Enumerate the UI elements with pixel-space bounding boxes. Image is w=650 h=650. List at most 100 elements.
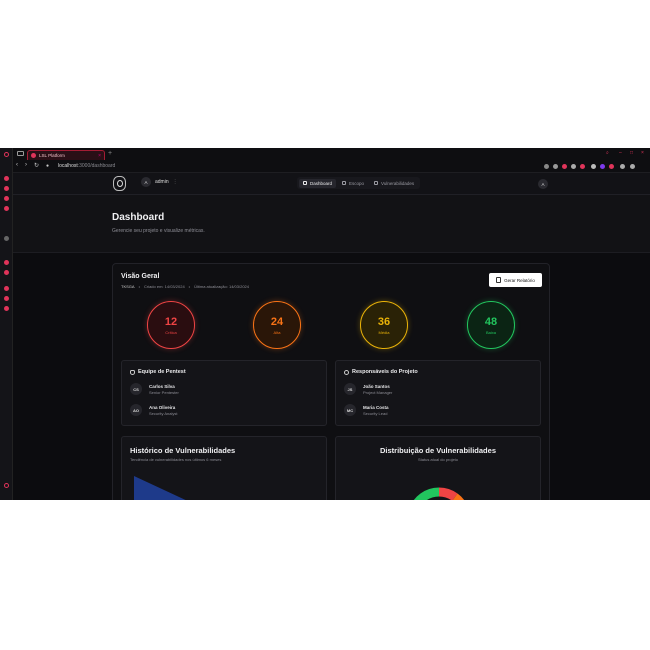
page-header: Dashboard Gerencie seu projeto e visuali…	[13, 195, 650, 253]
app-logo-icon[interactable]	[113, 176, 126, 191]
download-icon[interactable]	[620, 164, 625, 169]
list-item: JS João Santos Project Manager	[344, 383, 392, 395]
user-menu[interactable]: A admin ⋮	[141, 177, 178, 187]
avatar: MC	[344, 404, 356, 416]
search-tabs-icon[interactable]: ⌕	[606, 150, 609, 156]
history-area	[134, 476, 186, 500]
tabs-menu-icon[interactable]	[17, 151, 24, 156]
list-item: MC Maria Costa Security Lead	[344, 404, 389, 416]
list-item: AO Ana Oliveira Security Analyst	[130, 404, 177, 416]
member-name: Maria Costa	[363, 404, 389, 410]
tab-vulnerabilidades[interactable]: Vulnerabilidades	[370, 179, 418, 188]
forward-button[interactable]: ›	[25, 162, 27, 168]
member-name: João Santos	[363, 383, 390, 389]
tab-close-icon[interactable]: ×	[98, 153, 101, 159]
low-count: 48 Baixa	[467, 301, 515, 349]
project-code: TKSGA	[121, 284, 135, 289]
sidebar-app-icon[interactable]	[4, 206, 9, 211]
extension-icon[interactable]	[544, 164, 549, 169]
sidebar-app-icon[interactable]	[4, 270, 9, 275]
minimize-button[interactable]: –	[619, 150, 622, 156]
severity-value: 48	[484, 315, 498, 328]
tab-label: Escopo	[349, 180, 365, 186]
team-title: Equipe de Pentest	[138, 369, 186, 375]
menu-icon[interactable]	[630, 164, 635, 169]
generate-report-button[interactable]: Gerar Relatório	[489, 273, 542, 287]
member-role: Project Manager	[363, 389, 393, 395]
sidebar-app-icon[interactable]	[4, 286, 9, 291]
sidebar-app-icon[interactable]	[4, 176, 9, 181]
pentest-team-panel: Equipe de Pentest CS Carlos Silva Senior …	[121, 360, 327, 426]
member-role: Senior Pentester	[149, 389, 179, 395]
new-tab-button[interactable]: +	[108, 150, 112, 157]
reload-button[interactable]: ↻	[34, 162, 39, 169]
user-menu-icon: ⋮	[172, 179, 178, 185]
extension-icon[interactable]	[609, 164, 614, 169]
avatar[interactable]: A	[538, 179, 548, 189]
scope-icon	[342, 181, 347, 185]
user-icon	[344, 369, 349, 375]
user-name: admin	[155, 179, 169, 185]
tab-escopo[interactable]: Escopo	[338, 179, 368, 188]
extension-icon[interactable]	[562, 164, 567, 169]
distribution-chart-panel: Distribuição de Vulnerabilidades Status …	[335, 436, 541, 500]
url-path: :3000/dashboard	[77, 163, 116, 169]
sidebar-settings-icon[interactable]	[4, 483, 9, 488]
extension-icon[interactable]	[600, 164, 605, 169]
page-title: Dashboard	[112, 212, 165, 223]
sidebar-app-icon[interactable]	[4, 260, 9, 265]
tab-label: Vulnerabilidades	[381, 180, 415, 186]
tab-dashboard[interactable]: Dashboard	[299, 178, 337, 188]
app-root: A admin ⋮ Dashboard Escopo Vulnerabilida…	[13, 173, 650, 500]
address-bar: ‹ › ↻ ● localhost:3000/dashboard	[13, 160, 650, 173]
report-button-label: Gerar Relatório	[504, 277, 535, 283]
browser-tab[interactable]: LSL Platform ×	[27, 150, 105, 160]
browser-window: LSL Platform × + ⌕ – □ × ‹ › ↻ ● localho…	[0, 148, 650, 500]
severity-label: Média	[378, 329, 390, 335]
project-owners-panel: Responsáveis do Projeto JS João Santos Pr…	[335, 360, 541, 426]
extension-icon[interactable]	[571, 164, 576, 169]
extension-icon[interactable]	[553, 164, 558, 169]
severity-value: 24	[270, 315, 284, 328]
donut-slice	[438, 487, 458, 500]
overview-title: Visão Geral	[121, 273, 160, 280]
donut-slice	[452, 493, 465, 500]
avatar: JS	[344, 383, 356, 395]
sidebar-app-icon[interactable]	[4, 236, 9, 241]
url-field[interactable]: localhost:3000/dashboard	[58, 163, 115, 169]
extension-icon[interactable]	[591, 164, 596, 169]
maximize-button[interactable]: □	[630, 150, 633, 156]
url-host: localhost	[58, 163, 78, 169]
distribution-chart: 120	[413, 487, 465, 500]
high-count: 24 Alta	[253, 301, 301, 349]
security-icon[interactable]: ●	[46, 163, 49, 169]
tab-favicon-icon	[31, 153, 36, 158]
avatar: A	[141, 177, 151, 187]
back-button[interactable]: ‹	[16, 162, 18, 168]
sidebar-app-icon[interactable]	[4, 306, 9, 311]
member-role: Security Lead	[363, 410, 388, 416]
overview-meta: TKSGA • Criado em: 14/03/2024 • Última atual…	[121, 284, 250, 289]
severity-label: Baixa	[485, 329, 496, 335]
donut-slice	[413, 487, 440, 500]
extension-icon[interactable]	[580, 164, 585, 169]
sidebar-app-icon[interactable]	[4, 196, 9, 201]
severity-value: 36	[377, 315, 391, 328]
tab-label: Dashboard	[310, 180, 333, 186]
donut-chart	[413, 487, 465, 500]
tab-strip: LSL Platform × + ⌕ – □ ×	[13, 148, 650, 160]
document-icon	[496, 277, 502, 283]
browser-sidebar	[0, 148, 13, 500]
sidebar-app-icon[interactable]	[4, 296, 9, 301]
member-name: Ana Oliveira	[149, 404, 176, 410]
medium-count: 36 Média	[360, 301, 408, 349]
page-subtitle: Gerencie seu projeto e visualize métrica…	[112, 228, 205, 234]
sidebar-app-icon[interactable]	[4, 186, 9, 191]
severity-label: Alta	[273, 329, 281, 335]
severity-value: 12	[164, 315, 178, 328]
opera-logo-icon[interactable]	[4, 152, 9, 157]
dashboard-icon	[303, 181, 307, 185]
member-role: Security Analyst	[149, 410, 178, 416]
close-window-button[interactable]: ×	[641, 150, 644, 156]
avatar: AO	[130, 404, 142, 416]
